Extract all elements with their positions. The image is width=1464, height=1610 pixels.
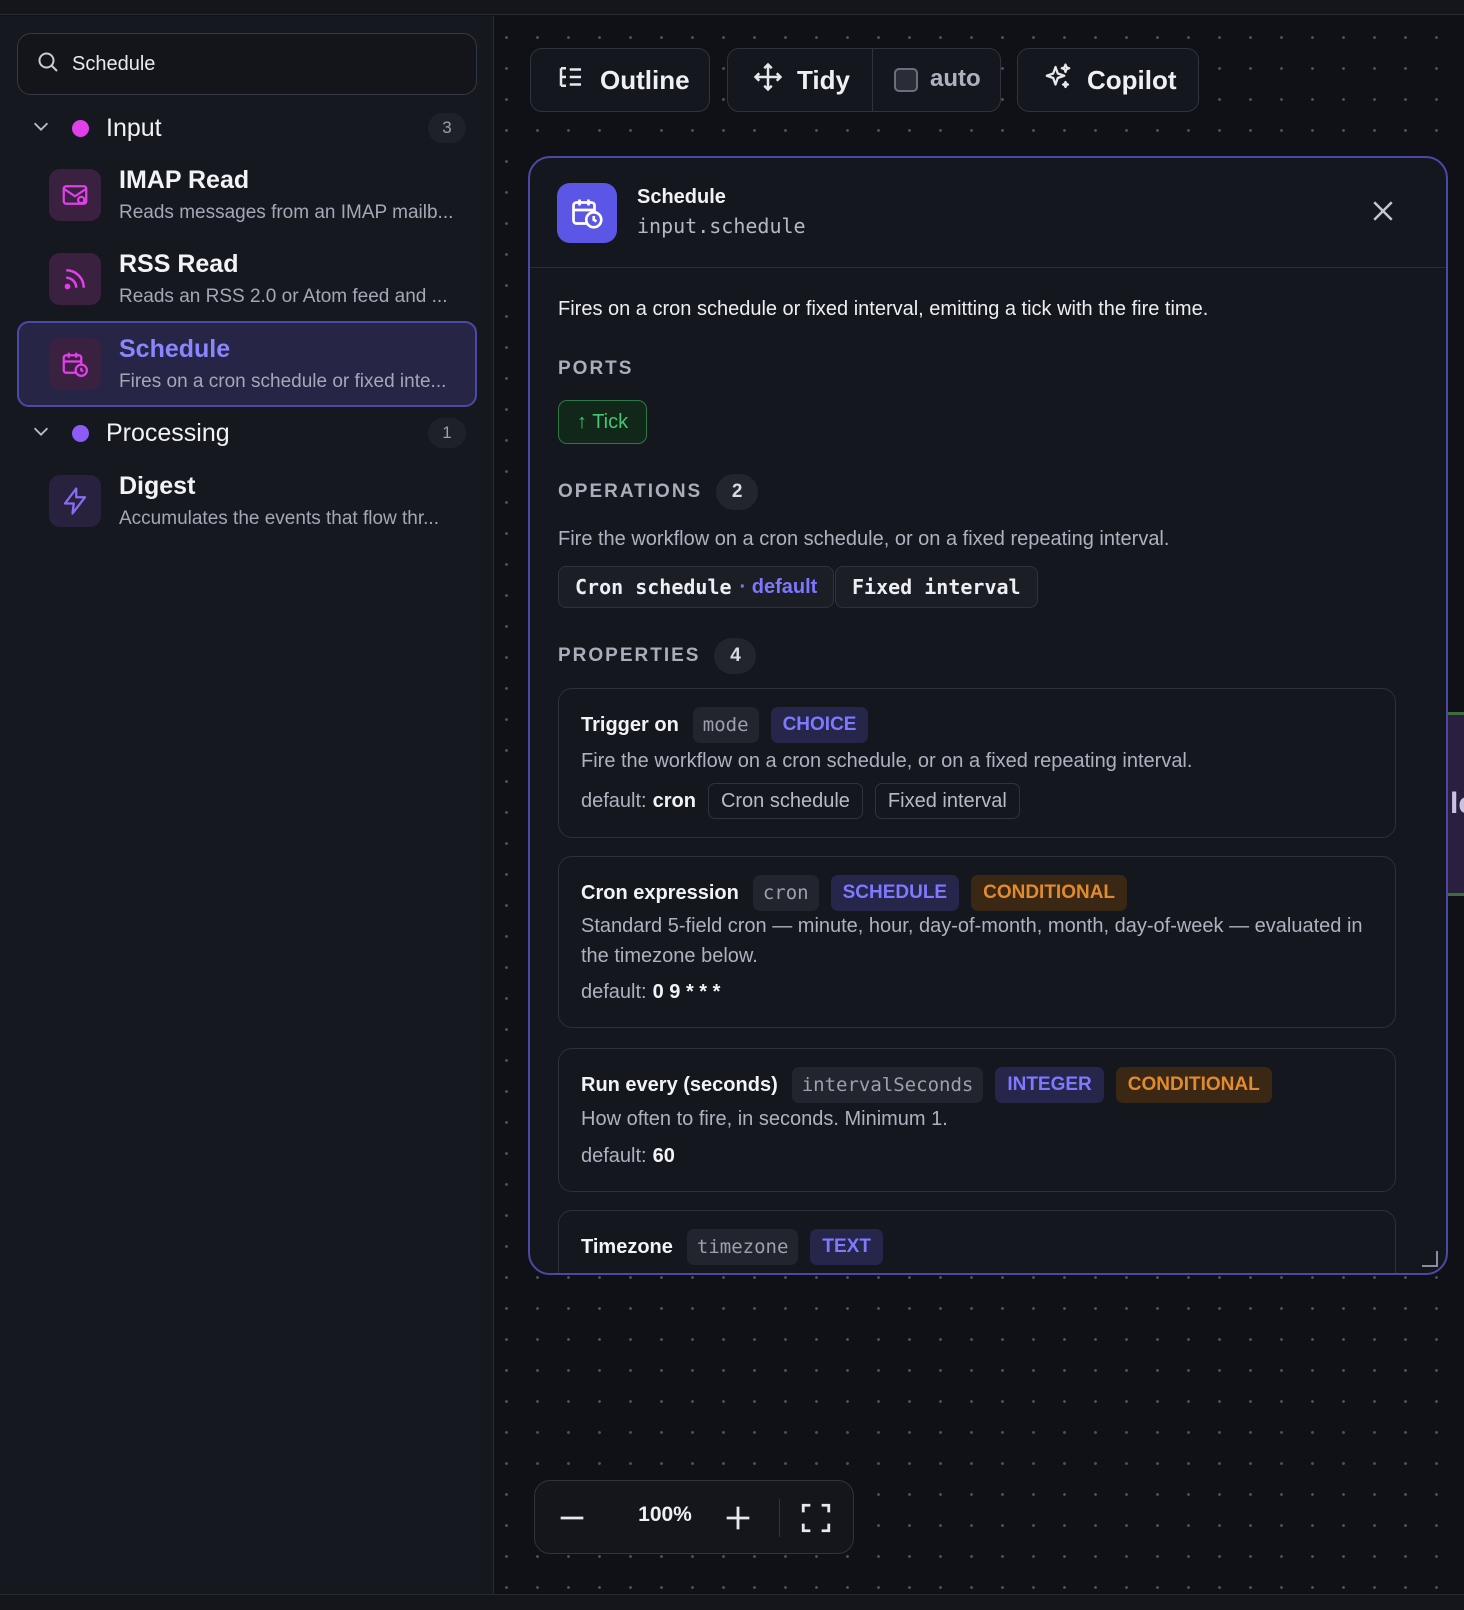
property-description: How often to fire, in seconds. Minimum 1… — [581, 1108, 948, 1130]
calendar-clock-icon — [49, 338, 101, 390]
outline-button[interactable]: Outline — [530, 48, 710, 112]
option-chip[interactable]: Fixed interval — [874, 783, 1020, 819]
properties-heading: PROPERTIES 4 — [558, 638, 757, 674]
tidy-button[interactable]: Tidy — [797, 65, 850, 96]
default-tag: · default — [739, 575, 818, 598]
tidy-group: Tidy auto — [727, 48, 1001, 112]
sparkles-icon — [1043, 62, 1073, 99]
outline-icon — [556, 62, 586, 99]
property-key: intervalSeconds — [791, 1067, 984, 1103]
property-name: Cron expression — [581, 881, 739, 904]
property-key: mode — [692, 707, 759, 743]
property-type-badge: TEXT — [810, 1229, 883, 1265]
item-title: Digest — [119, 472, 196, 500]
sidebar-item-schedule[interactable]: Schedule Fires on a cron schedule or fix… — [17, 321, 477, 407]
ports-heading: PORTS — [558, 358, 634, 379]
copilot-label: Copilot — [1087, 64, 1177, 95]
group-label: Processing — [106, 418, 230, 447]
mail-icon — [49, 169, 101, 221]
close-icon[interactable] — [1368, 196, 1398, 226]
zoom-controls: 100% — [534, 1480, 854, 1554]
item-description: Reads messages from an IMAP mailb... — [119, 202, 454, 223]
zoom-level: 100% — [638, 1503, 692, 1526]
search-input[interactable] — [72, 52, 452, 76]
property-key: cron — [752, 875, 819, 911]
group-count-badge: 1 — [428, 418, 466, 448]
operations-description: Fire the workflow on a cron schedule, or… — [558, 528, 1170, 550]
property-type-badge: CHOICE — [770, 707, 869, 743]
property-default: default: 60 — [581, 1145, 675, 1167]
item-title: RSS Read — [119, 250, 239, 278]
sidebar-item-digest[interactable]: Digest Accumulates the events that flow … — [17, 458, 477, 544]
status-bar — [0, 1594, 1464, 1610]
canvas-node-partial[interactable]: le — [1448, 712, 1464, 896]
property-key: timezone — [686, 1229, 799, 1265]
group-label: Input — [106, 113, 162, 142]
item-description: Reads an RSS 2.0 or Atom feed and ... — [119, 286, 448, 307]
operation-fixed-interval[interactable]: Fixed interval — [835, 566, 1038, 608]
panel-description: Fires on a cron schedule or fixed interv… — [558, 298, 1209, 320]
calendar-clock-icon — [557, 183, 617, 243]
property-name: Trigger on — [581, 713, 679, 736]
search-box[interactable] — [17, 33, 477, 95]
property-description: Standard 5-field cron — minute, hour, da… — [581, 915, 1363, 967]
auto-checkbox[interactable] — [894, 68, 918, 92]
option-chip[interactable]: Cron schedule — [707, 783, 863, 819]
resize-handle[interactable] — [1422, 1251, 1438, 1267]
property-type-badge: INTEGER — [995, 1067, 1104, 1103]
group-color-dot — [72, 119, 89, 137]
property-card-timezone: Timezone timezone TEXT — [558, 1210, 1396, 1273]
search-icon — [36, 50, 60, 79]
zoom-in-icon[interactable] — [721, 1501, 755, 1535]
item-title: IMAP Read — [119, 166, 250, 194]
property-default: default: 0 9 * * * — [581, 981, 721, 1003]
auto-label: auto — [930, 65, 981, 92]
operations-count-badge: 2 — [716, 474, 759, 510]
properties-count-badge: 4 — [714, 638, 757, 674]
move-arrows-icon — [753, 62, 783, 99]
property-type-badge: SCHEDULE — [830, 875, 960, 911]
property-card-mode: Trigger on mode CHOICE Fire the workflow… — [558, 688, 1396, 838]
property-description: Fire the workflow on a cron schedule, or… — [581, 750, 1193, 772]
property-card-interval-seconds: Run every (seconds) intervalSeconds INTE… — [558, 1048, 1396, 1192]
divider — [779, 1499, 780, 1537]
node-label: le — [1450, 787, 1464, 820]
group-color-dot — [72, 424, 89, 442]
property-card-cron: Cron expression cron SCHEDULE CONDITIONA… — [558, 856, 1396, 1028]
conditional-badge: CONDITIONAL — [971, 875, 1128, 911]
sidebar-item-imap-read[interactable]: IMAP Read Reads messages from an IMAP ma… — [17, 152, 477, 238]
conditional-badge: CONDITIONAL — [1115, 1067, 1272, 1103]
zoom-out-icon[interactable] — [555, 1501, 589, 1535]
group-processing[interactable]: Processing 1 — [30, 413, 466, 453]
item-description: Accumulates the events that flow thr... — [119, 508, 439, 529]
node-library-sidebar: Input 3 IMAP Read Reads messages from an… — [0, 16, 494, 1594]
window-top-bar — [0, 0, 1464, 15]
property-name: Run every (seconds) — [581, 1073, 778, 1096]
panel-title: Schedule — [637, 186, 726, 208]
panel-node-id: input.schedule — [637, 214, 806, 238]
group-count-badge: 3 — [428, 113, 466, 143]
copilot-button[interactable]: Copilot — [1017, 48, 1199, 112]
sidebar-item-rss-read[interactable]: RSS Read Reads an RSS 2.0 or Atom feed a… — [17, 236, 477, 322]
fit-view-icon[interactable] — [799, 1501, 833, 1535]
chevron-down-icon[interactable] — [30, 115, 52, 142]
divider — [872, 49, 873, 111]
rss-icon — [49, 253, 101, 305]
lightning-icon — [49, 475, 101, 527]
item-title: Schedule — [119, 335, 231, 363]
port-chip-tick[interactable]: ↑ Tick — [558, 400, 648, 444]
group-input[interactable]: Input 3 — [30, 108, 466, 148]
item-description: Fires on a cron schedule or fixed inte..… — [119, 371, 447, 392]
node-detail-panel: Schedule input.schedule Fires on a cron … — [528, 156, 1448, 1275]
property-name: Timezone — [581, 1235, 673, 1258]
panel-header: Schedule input.schedule — [530, 158, 1446, 268]
chevron-down-icon[interactable] — [30, 420, 52, 447]
operation-cron-schedule[interactable]: Cron schedule · default — [558, 566, 835, 608]
operations-heading: OPERATIONS 2 — [558, 474, 759, 510]
property-default: default: cron Cron schedule Fixed interva… — [581, 783, 1020, 819]
outline-label: Outline — [600, 64, 690, 95]
